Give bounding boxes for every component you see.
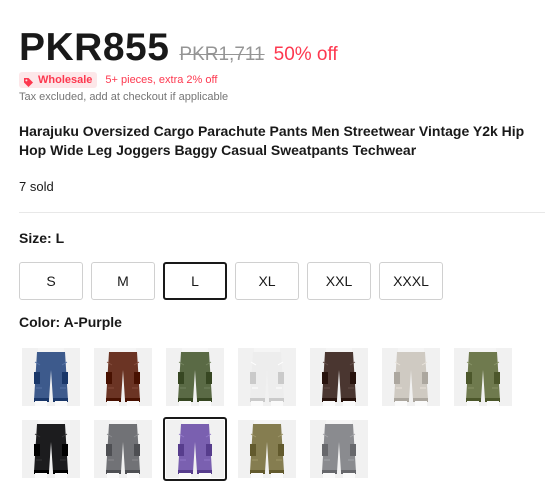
- size-selected-value: L: [55, 230, 65, 246]
- sold-count: 7 sold: [19, 179, 54, 194]
- color-swatch[interactable]: [19, 345, 83, 409]
- swatch-thumbnail: [454, 348, 512, 406]
- divider: [19, 212, 545, 213]
- color-swatch[interactable]: [235, 345, 299, 409]
- size-option-xl[interactable]: XL: [235, 262, 299, 300]
- size-option-m[interactable]: M: [91, 262, 155, 300]
- color-swatch[interactable]: [163, 417, 227, 481]
- swatch-thumbnail: [238, 348, 296, 406]
- color-label: Color: A-Purple: [19, 314, 122, 330]
- color-label-text: Color:: [19, 314, 64, 330]
- swatch-thumbnail: [310, 348, 368, 406]
- color-swatch[interactable]: [379, 345, 443, 409]
- wholesale-label: Wholesale: [38, 74, 93, 86]
- color-swatch[interactable]: [307, 417, 371, 481]
- swatch-thumbnail: [238, 420, 296, 478]
- size-label-text: Size:: [19, 230, 56, 246]
- swatch-thumbnail: [166, 348, 224, 406]
- tag-icon: [23, 75, 34, 87]
- size-option-s[interactable]: S: [19, 262, 83, 300]
- size-option-xxxl[interactable]: XXXL: [379, 262, 443, 300]
- size-label: Size: L: [19, 230, 64, 246]
- swatch-thumbnail: [22, 348, 80, 406]
- wholesale-row: Wholesale 5+ pieces, extra 2% off: [19, 72, 217, 88]
- swatch-thumbnail: [94, 348, 152, 406]
- color-swatch[interactable]: [91, 417, 155, 481]
- color-swatch[interactable]: [91, 345, 155, 409]
- swatch-thumbnail: [382, 348, 440, 406]
- wholesale-offer: 5+ pieces, extra 2% off: [105, 74, 218, 86]
- price-row: PKR855 PKR1,711 50% off: [19, 26, 338, 70]
- discount-label: 50% off: [273, 44, 338, 65]
- swatch-thumbnail: [310, 420, 368, 478]
- original-price: PKR1,711: [179, 44, 265, 65]
- color-swatch[interactable]: [19, 417, 83, 481]
- swatch-thumbnail: [22, 420, 80, 478]
- color-selected-value: A-Purple: [63, 314, 122, 330]
- color-swatch[interactable]: [307, 345, 371, 409]
- wholesale-badge: Wholesale: [19, 72, 98, 88]
- product-title: Harajuku Oversized Cargo Parachute Pants…: [19, 123, 525, 158]
- swatch-thumbnail: [94, 420, 152, 478]
- tax-note: Tax excluded, add at checkout if applica…: [19, 91, 229, 103]
- size-option-xxl[interactable]: XXL: [307, 262, 371, 300]
- swatch-thumbnail: [166, 420, 224, 478]
- color-swatch[interactable]: [451, 345, 515, 409]
- color-swatch[interactable]: [163, 345, 227, 409]
- current-price: PKR855: [19, 26, 170, 69]
- color-swatch[interactable]: [235, 417, 299, 481]
- size-option-l[interactable]: L: [163, 262, 227, 300]
